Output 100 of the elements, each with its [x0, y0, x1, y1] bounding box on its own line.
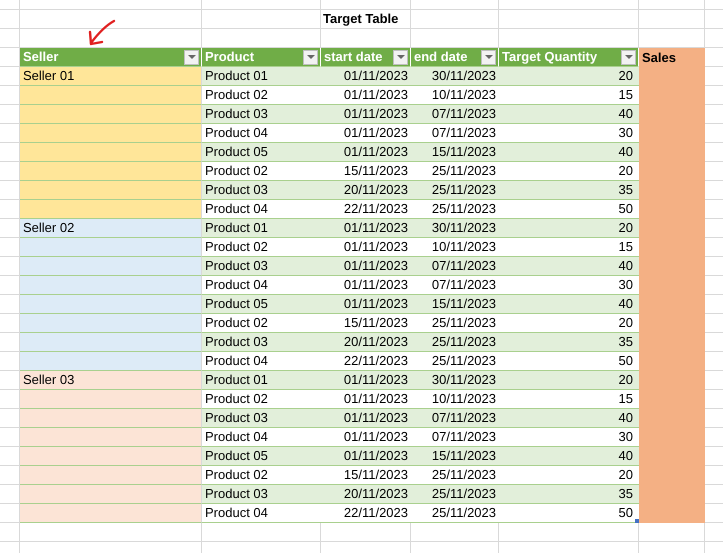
- table-cell: 22/11/2023: [321, 504, 411, 523]
- table-cell: 20: [499, 314, 639, 333]
- table-cell: 50: [499, 352, 639, 371]
- arrow-drawing: [87, 19, 117, 47]
- table-cell: 01/11/2023: [321, 238, 411, 257]
- table-cell: Product 05: [202, 143, 321, 162]
- table-cell: 30/11/2023: [411, 371, 499, 390]
- filter-dropdown-button[interactable]: [621, 50, 636, 64]
- table-cell: Product 03: [202, 105, 321, 124]
- table-cell: 15: [499, 238, 639, 257]
- table-cell: 30: [499, 124, 639, 143]
- table-cell: 07/11/2023: [411, 257, 499, 276]
- table-cell: 22/11/2023: [321, 352, 411, 371]
- table-cell: Product 02: [202, 238, 321, 257]
- table-cell: 07/11/2023: [411, 105, 499, 124]
- table-cell: Product 05: [202, 295, 321, 314]
- filter-dropdown-button[interactable]: [481, 50, 496, 64]
- table-cell: 15/11/2023: [321, 162, 411, 181]
- table-cell: Product 03: [202, 485, 321, 504]
- table-cell: Product 04: [202, 352, 321, 371]
- table-cell: 10/11/2023: [411, 390, 499, 409]
- table-cell: 01/11/2023: [321, 295, 411, 314]
- table-cell: Product 04: [202, 504, 321, 523]
- table-cell: 07/11/2023: [411, 428, 499, 447]
- table-cell: 50: [499, 504, 639, 523]
- column-header: end date: [414, 48, 468, 66]
- table-cell: Product 05: [202, 447, 321, 466]
- table-cell: 40: [499, 257, 639, 276]
- table-cell: Product 02: [202, 162, 321, 181]
- table-cell: 15: [499, 390, 639, 409]
- table-cell: Seller 03: [20, 371, 202, 390]
- table-cell: 40: [499, 143, 639, 162]
- table-cell: 30: [499, 276, 639, 295]
- table-cell: Product 04: [202, 200, 321, 219]
- table-cell: 10/11/2023: [411, 238, 499, 257]
- table-cell: Product 02: [202, 314, 321, 333]
- filter-dropdown-button[interactable]: [303, 50, 318, 64]
- table-cell: 01/11/2023: [321, 276, 411, 295]
- table-cell: 25/11/2023: [411, 485, 499, 504]
- table-cell: Product 03: [202, 257, 321, 276]
- column-header: Product: [205, 48, 254, 66]
- table-cell: 40: [499, 447, 639, 466]
- column-header: Seller: [23, 48, 58, 66]
- table-cell: Product 02: [202, 86, 321, 105]
- table-cell: 20/11/2023: [321, 181, 411, 200]
- table-cell: 25/11/2023: [411, 466, 499, 485]
- table-cell: 35: [499, 181, 639, 200]
- table-cell: 30/11/2023: [411, 67, 499, 86]
- table-cell: 01/11/2023: [321, 86, 411, 105]
- table-cell: Product 02: [202, 390, 321, 409]
- table-cell: 50: [499, 200, 639, 219]
- table-cell: 01/11/2023: [321, 390, 411, 409]
- column-header: Sales: [642, 48, 676, 66]
- column-header: Target Quantity: [502, 48, 598, 66]
- filter-dropdown-button[interactable]: [184, 50, 199, 64]
- table-cell: 07/11/2023: [411, 124, 499, 143]
- table-cell: Seller 02: [20, 219, 202, 238]
- table-cell: 15: [499, 86, 639, 105]
- table-cell: 15/11/2023: [411, 295, 499, 314]
- table-cell: Product 04: [202, 276, 321, 295]
- table-cell: 30: [499, 428, 639, 447]
- table-cell: Product 01: [202, 67, 321, 86]
- table-cell: Product 01: [202, 371, 321, 390]
- table-cell: 35: [499, 333, 639, 352]
- table-cell: 20: [499, 219, 639, 238]
- table-cell: 25/11/2023: [411, 504, 499, 523]
- table-cell: 01/11/2023: [321, 447, 411, 466]
- table-cell: 01/11/2023: [321, 409, 411, 428]
- table-cell: Seller 01: [20, 67, 202, 86]
- table-cell: 25/11/2023: [411, 181, 499, 200]
- table-cell: 25/11/2023: [411, 333, 499, 352]
- table-cell: 25/11/2023: [411, 314, 499, 333]
- table-cell: 01/11/2023: [321, 67, 411, 86]
- table-cell: 07/11/2023: [411, 409, 499, 428]
- table-cell: 01/11/2023: [321, 219, 411, 238]
- table-cell: 01/11/2023: [321, 124, 411, 143]
- fill-handle[interactable]: [635, 519, 639, 523]
- table-cell: 35: [499, 485, 639, 504]
- table-cell: 25/11/2023: [411, 162, 499, 181]
- table-cell: Product 03: [202, 409, 321, 428]
- table-cell: 15/11/2023: [321, 466, 411, 485]
- table-cell: Product 04: [202, 124, 321, 143]
- table-cell: Product 03: [202, 181, 321, 200]
- table-cell: 40: [499, 295, 639, 314]
- table-cell: 15/11/2023: [411, 447, 499, 466]
- table-cell: 10/11/2023: [411, 86, 499, 105]
- table-cell: Product 03: [202, 333, 321, 352]
- table-cell: Product 02: [202, 466, 321, 485]
- table-cell: 20: [499, 67, 639, 86]
- column-header: start date: [324, 48, 383, 66]
- table-cell: 20/11/2023: [321, 485, 411, 504]
- table-cell: 22/11/2023: [321, 200, 411, 219]
- table-cell: 25/11/2023: [411, 200, 499, 219]
- filter-dropdown-button[interactable]: [393, 50, 408, 64]
- table-cell: 20/11/2023: [321, 333, 411, 352]
- table-cell: 25/11/2023: [411, 352, 499, 371]
- table-title: Target Table: [322, 10, 400, 28]
- table-cell: 20: [499, 371, 639, 390]
- table-cell: 20: [499, 162, 639, 181]
- table-cell: 07/11/2023: [411, 276, 499, 295]
